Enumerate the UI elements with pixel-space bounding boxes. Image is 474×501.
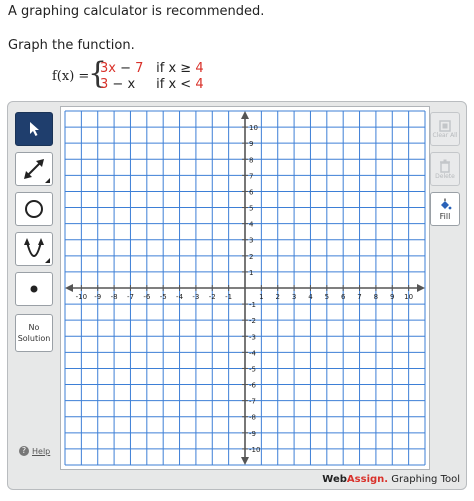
x-tick-label: 7 bbox=[357, 293, 361, 301]
pointer-arrow-icon bbox=[30, 122, 39, 136]
x-axis-left-arrow-icon bbox=[65, 284, 73, 292]
x-tick-label: 3 bbox=[292, 293, 296, 301]
y-tick-label: 9 bbox=[249, 140, 253, 148]
y-tick-label: -3 bbox=[249, 333, 256, 341]
y-tick-label: 8 bbox=[249, 156, 253, 164]
piece-1: 3x − 7 if x ≥ 4 bbox=[100, 61, 204, 76]
graph-canvas[interactable]: -10 -9 -8 -7 -6 -5 -4 -3 -2 -1 1 2 3 4 5 6 7 8 9 10 -10 -9 -8-… bbox=[60, 106, 430, 470]
y-tick-label: 5 bbox=[249, 205, 253, 213]
question-prompt: Graph the function. bbox=[8, 38, 135, 53]
no-solution-label-line2: Solution bbox=[17, 334, 51, 343]
brand-graphing-tool: Graphing Tool bbox=[388, 474, 460, 485]
parabola-tool-button[interactable] bbox=[15, 232, 53, 266]
y-tick-label: -2 bbox=[249, 317, 256, 325]
y-tick-label: 6 bbox=[249, 188, 254, 196]
x-tick-label: 4 bbox=[308, 293, 313, 301]
x-tick-label: -6 bbox=[143, 293, 151, 301]
y-axis-bottom-arrow-icon bbox=[241, 457, 249, 465]
trash-icon bbox=[440, 159, 450, 173]
piece-2: 3 − x if x < 4 bbox=[100, 77, 204, 92]
fill-label: Fill bbox=[439, 211, 451, 221]
x-tick-label: -9 bbox=[94, 293, 101, 301]
help-label: Help bbox=[32, 446, 51, 456]
brand-assign: Assign. bbox=[346, 474, 389, 485]
y-tick-label: -6 bbox=[249, 382, 257, 390]
no-solution-label-line1: No bbox=[28, 323, 40, 332]
x-tick-label: -3 bbox=[192, 293, 199, 301]
graphing-tool: No Solution ? Help -10 -9 -8 -7 -6 -5 -4 -3 -2 -1… bbox=[7, 101, 467, 490]
intro-text: A graphing calculator is recommended. bbox=[8, 4, 265, 19]
right-toolbar: Clear All Delete Fill bbox=[430, 112, 462, 232]
y-tick-label: -8 bbox=[249, 414, 256, 422]
circle-tool-button[interactable] bbox=[15, 192, 53, 226]
help-icon: ? bbox=[19, 446, 29, 456]
x-tick-label: -2 bbox=[209, 293, 216, 301]
x-tick-label: 6 bbox=[341, 293, 346, 301]
y-axis-top-arrow-icon bbox=[241, 111, 249, 119]
clear-all-icon bbox=[439, 119, 451, 132]
webassign-branding: WebAssign. Graphing Tool bbox=[322, 474, 460, 485]
clear-all-label: Clear All bbox=[432, 131, 458, 139]
x-tick-label: -10 bbox=[76, 293, 87, 301]
x-tick-label: 5 bbox=[325, 293, 329, 301]
x-tick-label: -7 bbox=[127, 293, 134, 301]
piece-1-op: − bbox=[115, 61, 136, 76]
parabola-icon bbox=[24, 238, 44, 257]
piece-2-op: − x bbox=[108, 77, 136, 92]
point-tool-button[interactable] bbox=[15, 272, 53, 306]
point-dot-icon bbox=[30, 285, 38, 293]
help-link[interactable]: ? Help bbox=[19, 446, 50, 456]
y-tick-label: 7 bbox=[249, 172, 253, 180]
x-tick-label: -5 bbox=[160, 293, 167, 301]
piece-2-cond: if x < bbox=[156, 77, 196, 92]
piece-1-term2: 7 bbox=[135, 61, 144, 76]
y-tick-label: 10 bbox=[249, 124, 258, 132]
submenu-indicator-icon bbox=[45, 178, 50, 183]
coordinate-grid[interactable]: -10 -9 -8 -7 -6 -5 -4 -3 -2 -1 1 2 3 4 5 6 7 8 9 10-10-9-8-… bbox=[61, 107, 429, 469]
submenu-indicator-icon bbox=[45, 258, 50, 263]
circle-icon bbox=[25, 200, 43, 218]
y-tick-label: -5 bbox=[249, 365, 256, 373]
pointer-tool-button[interactable] bbox=[15, 112, 53, 146]
no-solution-button[interactable]: No Solution bbox=[15, 314, 53, 352]
y-tick-label: -10 bbox=[249, 446, 260, 454]
piece-1-bound: 4 bbox=[195, 61, 204, 76]
piece-1-term1: 3x bbox=[100, 61, 116, 76]
y-tick-label: 1 bbox=[249, 269, 253, 277]
x-tick-label: 10 bbox=[404, 293, 413, 301]
x-tick-label: 1 bbox=[259, 293, 263, 301]
brand-web: Web bbox=[322, 474, 347, 485]
x-axis-right-arrow-icon bbox=[417, 284, 425, 292]
y-tick-label: -4 bbox=[249, 349, 257, 357]
y-tick-label: 4 bbox=[249, 221, 254, 229]
tool-palette: No Solution bbox=[15, 112, 55, 462]
x-tick-label: -8 bbox=[111, 293, 118, 301]
fill-button[interactable]: Fill bbox=[430, 192, 460, 226]
piece-2-bound: 4 bbox=[195, 77, 204, 92]
y-tick-label: -9 bbox=[249, 430, 256, 438]
paint-bucket-icon bbox=[441, 198, 452, 209]
y-tick-label: -7 bbox=[249, 398, 256, 406]
piece-1-cond: if x ≥ bbox=[156, 61, 196, 76]
function-lhs: f(x) = bbox=[52, 69, 90, 84]
x-tick-label: 8 bbox=[374, 293, 378, 301]
y-tick-label: 3 bbox=[249, 237, 253, 245]
y-tick-label: -1 bbox=[249, 301, 256, 309]
line-arrows-icon bbox=[24, 159, 44, 179]
x-tick-label: 2 bbox=[275, 293, 279, 301]
delete-label: Delete bbox=[435, 172, 455, 180]
clear-all-button[interactable]: Clear All bbox=[430, 112, 460, 146]
line-tool-button[interactable] bbox=[15, 152, 53, 186]
y-tick-label: 2 bbox=[249, 253, 253, 261]
x-tick-label: -4 bbox=[176, 293, 184, 301]
delete-button[interactable]: Delete bbox=[430, 152, 460, 186]
x-tick-label: -1 bbox=[225, 293, 232, 301]
x-tick-label: 9 bbox=[390, 293, 394, 301]
